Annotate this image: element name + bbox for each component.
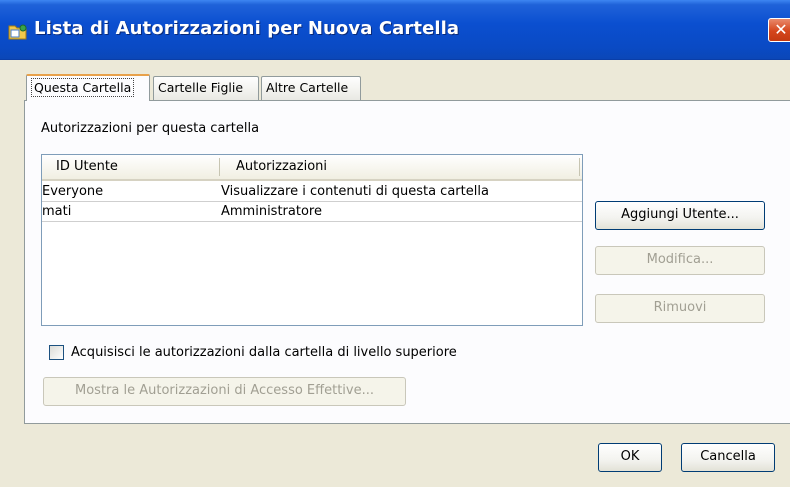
column-header-user-id[interactable]: ID Utente: [56, 155, 118, 179]
tab-cartelle-figlie[interactable]: Cartelle Figlie: [153, 76, 259, 100]
cell-user-id: mati: [42, 204, 72, 219]
title-bar: Lista di Autorizzazioni per Nuova Cartel…: [0, 0, 790, 60]
add-user-button[interactable]: Aggiungi Utente...: [595, 201, 765, 230]
cell-user-id: Everyone: [42, 184, 104, 199]
tab-label: Questa Cartella: [31, 78, 135, 97]
column-separator[interactable]: [219, 158, 220, 176]
close-icon: ✕: [774, 20, 788, 39]
close-button[interactable]: ✕: [768, 18, 790, 42]
ok-button[interactable]: OK: [598, 443, 662, 472]
cell-permissions: Visualizzare i contenuti di questa carte…: [221, 184, 489, 199]
permissions-list[interactable]: ID Utente Autorizzazioni Everyone Visual…: [41, 154, 583, 326]
remove-button[interactable]: Rimuovi: [595, 294, 765, 323]
table-row[interactable]: mati Amministratore: [42, 202, 582, 222]
inherit-permissions-checkbox[interactable]: [49, 345, 64, 360]
column-separator[interactable]: [579, 158, 580, 176]
tab-label: Altre Cartelle: [266, 80, 349, 95]
table-row[interactable]: Everyone Visualizzare i contenuti di que…: [42, 182, 582, 202]
window-title: Lista di Autorizzazioni per Nuova Cartel…: [34, 18, 460, 39]
modify-button[interactable]: Modifica...: [595, 246, 765, 275]
tab-panel: Autorizzazioni per questa cartella ID Ut…: [24, 100, 790, 424]
tab-questa-cartella[interactable]: Questa Cartella: [26, 74, 150, 101]
cancel-button[interactable]: Cancella: [681, 443, 775, 472]
cell-permissions: Amministratore: [221, 204, 322, 219]
inherit-permissions-label[interactable]: Acquisisci le autorizzazioni dalla carte…: [71, 344, 457, 361]
show-effective-permissions-button[interactable]: Mostra le Autorizzazioni di Accesso Effe…: [43, 377, 406, 406]
column-header-permissions[interactable]: Autorizzazioni: [236, 155, 327, 179]
tab-label: Cartelle Figlie: [158, 80, 244, 95]
panel-caption: Autorizzazioni per questa cartella: [41, 121, 260, 136]
folder-icon: [8, 24, 27, 40]
list-header: ID Utente Autorizzazioni: [42, 155, 582, 181]
tab-altre-cartelle[interactable]: Altre Cartelle: [261, 76, 361, 100]
